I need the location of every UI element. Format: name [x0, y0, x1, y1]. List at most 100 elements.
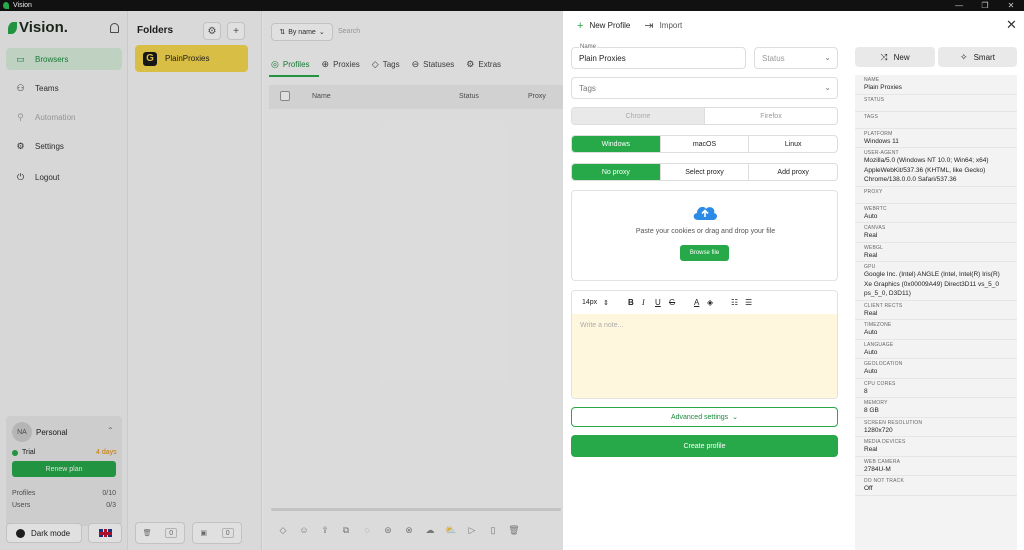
- summary-row: Screen Resolution 1280x720: [855, 418, 1017, 437]
- window-close-icon[interactable]: ✕: [998, 0, 1024, 11]
- summary-value: [864, 103, 1008, 110]
- summary-row: Name Plain Proxies: [855, 75, 1017, 95]
- cloud-upload-icon: [693, 206, 717, 220]
- os-windows[interactable]: Windows: [572, 136, 661, 152]
- summary-value: [864, 195, 1008, 202]
- summary-value: Mozilla/5.0 (Windows NT 10.0; Win64; x64…: [864, 157, 989, 183]
- bullet-list-icon[interactable]: ☰: [745, 298, 752, 307]
- tags-select[interactable]: Tags ⌄: [571, 77, 838, 99]
- note-textarea[interactable]: Write a note...: [572, 314, 837, 398]
- browser-firefox[interactable]: Firefox: [705, 108, 837, 124]
- chevron-down-icon: ⌄: [824, 83, 831, 92]
- status-placeholder: Status: [762, 53, 785, 63]
- summary-row: Tags: [855, 112, 1017, 129]
- summary-value: Windows 11: [864, 137, 899, 145]
- summary-row: CPU Cores 8: [855, 379, 1017, 398]
- summary-row: GPU Google Inc. (Intel) ANGLE (Intel, Int…: [855, 262, 1017, 301]
- name-label: Name: [579, 44, 598, 50]
- app: Vision. ▭ Browsers ⚇ Teams ⚲ Automation …: [0, 11, 1024, 550]
- maximize-icon[interactable]: ❐: [972, 0, 998, 11]
- smart-fingerprint-button[interactable]: ✧ Smart: [938, 47, 1017, 67]
- strikethrough-icon[interactable]: G: [669, 298, 675, 307]
- plus-icon: +: [577, 19, 584, 32]
- chevron-down-icon: ⌄: [824, 53, 831, 62]
- summary-row: Memory 8 GB: [855, 398, 1017, 418]
- summary-value: Auto: [864, 368, 878, 375]
- app-logo-icon: [3, 2, 9, 9]
- browser-chrome[interactable]: Chrome: [572, 108, 705, 124]
- highlight-icon[interactable]: ◈: [707, 298, 713, 307]
- summary-row: Proxy: [855, 187, 1017, 204]
- summary-row: Status: [855, 95, 1017, 112]
- profile-summary: Name Plain Proxies Status Tags Platform Windo…: [855, 75, 1017, 550]
- tags-placeholder: Tags: [579, 83, 596, 93]
- close-icon[interactable]: ✕: [1006, 17, 1017, 33]
- summary-row: WebRTC Auto: [855, 204, 1017, 223]
- summary-value: Real: [864, 446, 878, 453]
- chevron-down-icon: ⌄: [732, 414, 739, 421]
- summary-value: Plain Proxies: [864, 84, 902, 91]
- modal-overlay[interactable]: [0, 11, 563, 550]
- tab-new-profile-label: New Profile: [589, 21, 631, 30]
- new-fingerprint-button[interactable]: ⤨ New: [855, 47, 935, 67]
- bold-icon[interactable]: B: [628, 298, 634, 307]
- summary-row: Canvas Real: [855, 223, 1017, 243]
- italic-icon[interactable]: I: [642, 298, 645, 307]
- os-linux[interactable]: Linux: [749, 136, 837, 152]
- magic-wand-icon: ✧: [960, 51, 968, 62]
- minimize-icon[interactable]: —: [946, 0, 972, 11]
- summary-row: WebGL Real: [855, 243, 1017, 262]
- summary-value: 8: [864, 387, 868, 395]
- underline-icon[interactable]: U: [655, 298, 661, 307]
- name-field[interactable]: Name Plain Proxies: [571, 44, 746, 69]
- new-profile-panel: + New Profile ⇥ Import ✕ Name Plain Prox…: [563, 11, 1024, 550]
- os-selector: Windows macOS Linux: [571, 135, 838, 153]
- proxy-select[interactable]: Select proxy: [661, 164, 750, 180]
- tab-import[interactable]: ⇥ Import: [644, 19, 682, 32]
- cookies-dropzone[interactable]: Paste your cookies or drag and drop your…: [571, 190, 838, 281]
- os-macos[interactable]: macOS: [661, 136, 750, 152]
- summary-row: User-Agent Mozilla/5.0 (Windows NT 10.0; …: [855, 148, 1017, 187]
- editor-toolbar: 14px ⇕ B I U G A ◈ ☷ ☰: [572, 291, 837, 314]
- advanced-settings-label: Advanced settings: [670, 413, 729, 421]
- proxy-add[interactable]: Add proxy: [749, 164, 837, 180]
- summary-value: Auto: [864, 348, 878, 356]
- create-profile-button[interactable]: Create profile: [571, 435, 838, 457]
- proxy-none[interactable]: No proxy: [572, 164, 661, 180]
- summary-value: 8 GB: [864, 407, 879, 414]
- note-editor: 14px ⇕ B I U G A ◈ ☷ ☰ Write a note...: [571, 290, 838, 399]
- summary-row: Platform Windows 11: [855, 129, 1017, 148]
- summary-row: Client Rects Real: [855, 301, 1017, 320]
- ordered-list-icon[interactable]: ☷: [731, 298, 738, 307]
- summary-value: 2784U-M: [864, 465, 891, 473]
- note-placeholder: Write a note...: [580, 322, 624, 329]
- summary-row: Geolocation Auto: [855, 359, 1017, 379]
- font-size-select[interactable]: 14px: [582, 299, 597, 306]
- summary-row: Do Not Track Off: [855, 476, 1017, 496]
- summary-value: [864, 120, 1008, 127]
- window-title: Vision: [13, 2, 32, 9]
- summary-row: Web Camera 2784U-M: [855, 457, 1017, 476]
- browse-file-button[interactable]: Browse file: [680, 245, 729, 261]
- shuffle-icon: ⤨: [880, 51, 888, 62]
- new-label: New: [893, 52, 910, 62]
- stepper-icon[interactable]: ⇕: [603, 299, 609, 307]
- status-select[interactable]: Status ⌄: [754, 47, 838, 69]
- summary-row: Timezone Auto: [855, 320, 1017, 340]
- tab-new-profile[interactable]: + New Profile: [577, 20, 630, 32]
- summary-row: Media Devices Real: [855, 437, 1017, 457]
- summary-value: Real: [864, 251, 878, 259]
- advanced-settings-button[interactable]: Advanced settings ⌄: [571, 407, 838, 427]
- import-icon: ⇥: [644, 20, 654, 32]
- browser-selector: Chrome Firefox: [571, 107, 838, 125]
- panel-tabs: + New Profile ⇥ Import: [577, 19, 696, 33]
- tab-import-label: Import: [659, 21, 683, 30]
- summary-value: 1280x720: [864, 426, 893, 434]
- summary-value: Auto: [864, 212, 878, 220]
- window-titlebar: Vision — ❐ ✕: [0, 0, 1024, 11]
- summary-value: Off: [864, 485, 873, 492]
- text-color-icon[interactable]: A: [694, 298, 699, 307]
- name-value: Plain Proxies: [579, 54, 626, 63]
- summary-row: Language Auto: [855, 340, 1017, 359]
- smart-label: Smart: [973, 52, 995, 62]
